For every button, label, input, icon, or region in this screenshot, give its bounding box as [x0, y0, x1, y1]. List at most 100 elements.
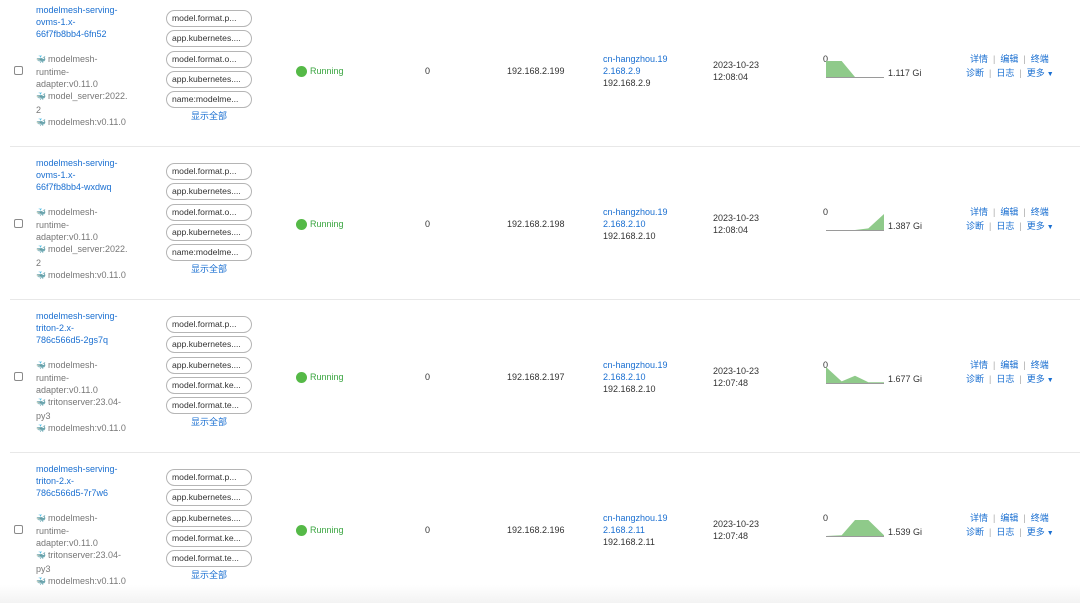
- memory-area: [826, 367, 884, 383]
- terminal-button[interactable]: 终端: [1031, 360, 1049, 370]
- node-name-link[interactable]: cn-hangzhou.19 2.168.2.10: [603, 206, 668, 230]
- caret-down-icon[interactable]: ▼: [1047, 71, 1054, 78]
- label-tag: model.format.ke...: [166, 529, 252, 547]
- caret-down-icon[interactable]: ▼: [1047, 530, 1054, 537]
- pod-name-line[interactable]: ovms-1.x-: [36, 170, 76, 180]
- node-name-line[interactable]: cn-hangzhou.19: [603, 513, 668, 523]
- container-image-line: adapter:v0.11.0: [36, 79, 98, 90]
- node-name-link[interactable]: cn-hangzhou.19 2.168.2.11: [603, 512, 668, 536]
- pod-name-line[interactable]: modelmesh-serving-: [36, 5, 118, 15]
- show-all-link[interactable]: 显示全部: [166, 110, 252, 122]
- label-tag: model.format.te...: [166, 550, 252, 568]
- pod-name-link[interactable]: modelmesh-serving-ovms-1.x- 66f7fb8bb4-6f…: [36, 4, 146, 41]
- created-clock: 12:08:04: [713, 72, 749, 83]
- label-tag: app.kubernetes....: [166, 183, 252, 201]
- container-image-line: runtime-: [36, 67, 70, 78]
- node-cell: cn-hangzhou.19 2.168.2.11 192.168.2.11: [603, 512, 668, 549]
- label-tag: model.format.p...: [166, 10, 252, 27]
- terminal-button[interactable]: 终端: [1031, 513, 1049, 523]
- container-image-line: modelmesh:v0.11.0: [47, 269, 126, 280]
- node-name-link[interactable]: cn-hangzhou.19 2.168.2.10: [603, 359, 668, 383]
- show-all-link[interactable]: 显示全部: [166, 263, 252, 275]
- status-text: Running: [310, 66, 344, 76]
- more-label[interactable]: 更多: [1027, 68, 1045, 78]
- diagnose-button[interactable]: 诊断: [966, 221, 984, 231]
- labels-cell: model.format.p... app.kubernetes.... model…: [166, 10, 252, 123]
- node-name-link[interactable]: cn-hangzhou.19 2.168.2.9: [603, 53, 668, 77]
- terminal-button[interactable]: 终端: [1031, 54, 1049, 64]
- node-name-line[interactable]: 2.168.2.10: [603, 372, 646, 382]
- container-item: 🐳 modelmesh:v0.11.0: [36, 423, 126, 433]
- detail-button[interactable]: 详情: [970, 54, 988, 64]
- node-name-line[interactable]: cn-hangzhou.19: [603, 207, 668, 217]
- memory-sparkline: [826, 61, 884, 78]
- label-tag: app.kubernetes....: [166, 489, 252, 507]
- more-dropdown[interactable]: 更多 ▼: [1027, 221, 1054, 231]
- memory-cell: 0 1.539 Gi: [822, 512, 932, 552]
- pod-name-line[interactable]: 66f7fb8bb4-6fn52: [36, 29, 107, 39]
- pod-name-line[interactable]: modelmesh-serving-: [36, 311, 118, 321]
- created-clock: 12:07:48: [713, 378, 749, 389]
- separator: |: [989, 374, 992, 384]
- pod-name-line[interactable]: 786c566d5-7r7w6: [36, 488, 108, 498]
- pod-name-line[interactable]: ovms-1.x-: [36, 17, 76, 27]
- more-dropdown[interactable]: 更多 ▼: [1027, 68, 1054, 78]
- pod-name-link[interactable]: modelmesh-serving-ovms-1.x- 66f7fb8bb4-wx…: [36, 157, 146, 194]
- edit-button[interactable]: 编辑: [1000, 360, 1018, 370]
- edit-button[interactable]: 编辑: [1000, 207, 1018, 217]
- node-name-line[interactable]: cn-hangzhou.19: [603, 54, 668, 64]
- running-dot-icon: [296, 524, 307, 536]
- container-item: 🐳 modelmesh-runtime-adapter:v0.11.0: [36, 513, 98, 548]
- separator: |: [1023, 360, 1026, 370]
- pod-name-line[interactable]: modelmesh-serving-: [36, 158, 118, 168]
- pod-name-link[interactable]: modelmesh-serving-triton-2.x- 786c566d5-2…: [36, 310, 146, 347]
- caret-down-icon[interactable]: ▼: [1047, 377, 1054, 384]
- separator: |: [1019, 374, 1022, 384]
- pod-name-line[interactable]: 66f7fb8bb4-wxdwq: [36, 182, 112, 192]
- logs-button[interactable]: 日志: [996, 68, 1014, 78]
- more-label[interactable]: 更多: [1027, 527, 1045, 537]
- created-date: 2023-10-23: [713, 213, 760, 223]
- edit-button[interactable]: 编辑: [1000, 54, 1018, 64]
- node-name-line[interactable]: 2.168.2.11: [603, 525, 645, 535]
- detail-button[interactable]: 详情: [970, 207, 988, 217]
- row-checkbox[interactable]: [14, 372, 23, 381]
- pod-name-line[interactable]: modelmesh-serving-: [36, 464, 118, 474]
- diagnose-button[interactable]: 诊断: [966, 68, 984, 78]
- pod-name-line[interactable]: triton-2.x-: [36, 323, 74, 333]
- memory-value: 1.117 Gi: [888, 68, 922, 78]
- node-cell: cn-hangzhou.19 2.168.2.10 192.168.2.10: [603, 206, 668, 243]
- show-all-link[interactable]: 显示全部: [166, 569, 252, 581]
- more-label[interactable]: 更多: [1027, 221, 1045, 231]
- diagnose-button[interactable]: 诊断: [966, 527, 984, 537]
- terminal-button[interactable]: 终端: [1031, 207, 1049, 217]
- pod-name-link[interactable]: modelmesh-serving-triton-2.x- 786c566d5-7…: [36, 463, 146, 500]
- caret-down-icon[interactable]: ▼: [1047, 224, 1054, 231]
- memory-cell: 0 1.677 Gi: [822, 359, 932, 399]
- row-checkbox[interactable]: [14, 66, 23, 75]
- label-tag: model.format.te...: [166, 397, 252, 415]
- row-checkbox[interactable]: [14, 219, 23, 228]
- container-image-line: modelmesh-: [47, 206, 98, 217]
- pod-ip: 192.168.2.199: [507, 66, 565, 76]
- docker-icon: 🐳: [36, 423, 46, 433]
- node-name-line[interactable]: 2.168.2.10: [603, 219, 646, 229]
- detail-button[interactable]: 详情: [970, 513, 988, 523]
- edit-button[interactable]: 编辑: [1000, 513, 1018, 523]
- actions-line: 详情 | 编辑 | 终端: [966, 359, 1061, 373]
- node-name-line[interactable]: cn-hangzhou.19: [603, 360, 668, 370]
- node-name-line[interactable]: 2.168.2.9: [603, 66, 641, 76]
- pod-name-line[interactable]: triton-2.x-: [36, 476, 74, 486]
- logs-button[interactable]: 日志: [996, 221, 1014, 231]
- detail-button[interactable]: 详情: [970, 360, 988, 370]
- pod-name-line[interactable]: 786c566d5-2gs7q: [36, 335, 108, 345]
- logs-button[interactable]: 日志: [996, 527, 1014, 537]
- actions-cell: 详情 | 编辑 | 终端 诊断 | 日志 | 更多 ▼: [966, 512, 1061, 540]
- more-dropdown[interactable]: 更多 ▼: [1027, 374, 1054, 384]
- show-all-link[interactable]: 显示全部: [166, 416, 252, 428]
- more-dropdown[interactable]: 更多 ▼: [1027, 527, 1054, 537]
- diagnose-button[interactable]: 诊断: [966, 374, 984, 384]
- row-checkbox[interactable]: [14, 525, 23, 534]
- more-label[interactable]: 更多: [1027, 374, 1045, 384]
- logs-button[interactable]: 日志: [996, 374, 1014, 384]
